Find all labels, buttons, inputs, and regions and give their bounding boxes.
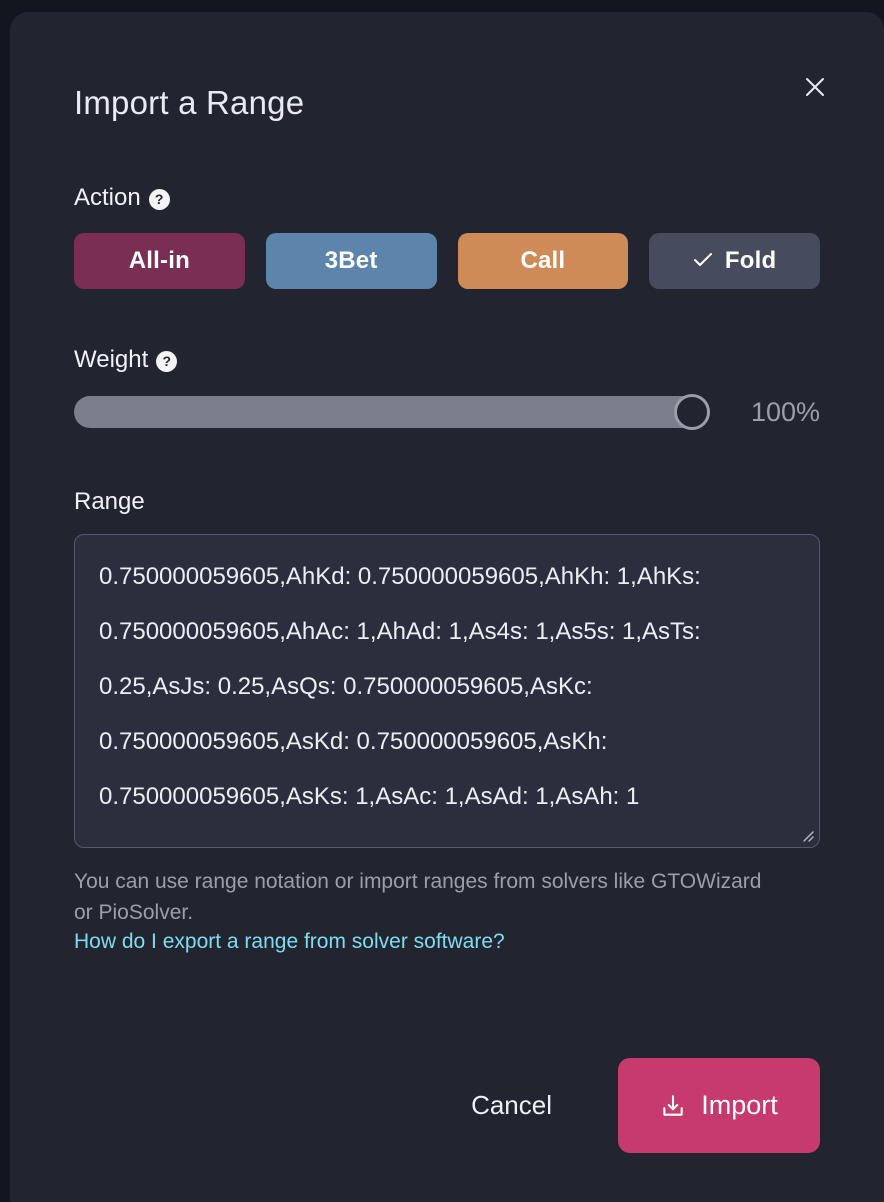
range-input-wrapper <box>74 534 820 848</box>
help-icon[interactable]: ? <box>156 351 177 372</box>
action-button-group: All-in 3Bet Call Fold <box>74 233 820 289</box>
helper-text: You can use range notation or import ran… <box>74 866 774 928</box>
action-button-all-in-label: All-in <box>129 247 190 275</box>
weight-slider-row: 100% <box>74 396 820 428</box>
weight-slider-thumb[interactable] <box>674 394 710 430</box>
weight-label-text: Weight <box>74 346 148 374</box>
action-button-3bet[interactable]: 3Bet <box>266 233 437 289</box>
check-icon <box>693 247 713 275</box>
action-button-call[interactable]: Call <box>458 233 629 289</box>
cancel-button[interactable]: Cancel <box>471 1090 552 1121</box>
action-button-all-in[interactable]: All-in <box>74 233 245 289</box>
dialog-footer: Cancel Import <box>74 1058 820 1153</box>
weight-value: 100% <box>728 397 820 428</box>
action-label-text: Action <box>74 184 141 212</box>
action-button-fold-label: Fold <box>725 247 776 275</box>
range-section-label: Range <box>74 488 820 516</box>
weight-section-label: Weight ? <box>74 346 820 374</box>
action-section-label: Action ? <box>74 184 820 212</box>
range-input[interactable] <box>74 534 820 848</box>
solver-export-help-link[interactable]: How do I export a range from solver soft… <box>74 930 820 954</box>
action-button-call-label: Call <box>520 247 565 275</box>
range-label-text: Range <box>74 488 145 516</box>
import-icon <box>660 1093 686 1119</box>
close-icon[interactable] <box>798 70 832 104</box>
page-title: Import a Range <box>74 12 820 122</box>
import-range-dialog: Import a Range Action ? All-in 3Bet Call… <box>10 12 884 1202</box>
import-button[interactable]: Import <box>618 1058 820 1153</box>
help-icon[interactable]: ? <box>149 189 170 210</box>
action-button-3bet-label: 3Bet <box>325 247 378 275</box>
action-button-fold[interactable]: Fold <box>649 233 820 289</box>
weight-slider[interactable] <box>74 396 708 428</box>
import-button-label: Import <box>701 1090 778 1121</box>
